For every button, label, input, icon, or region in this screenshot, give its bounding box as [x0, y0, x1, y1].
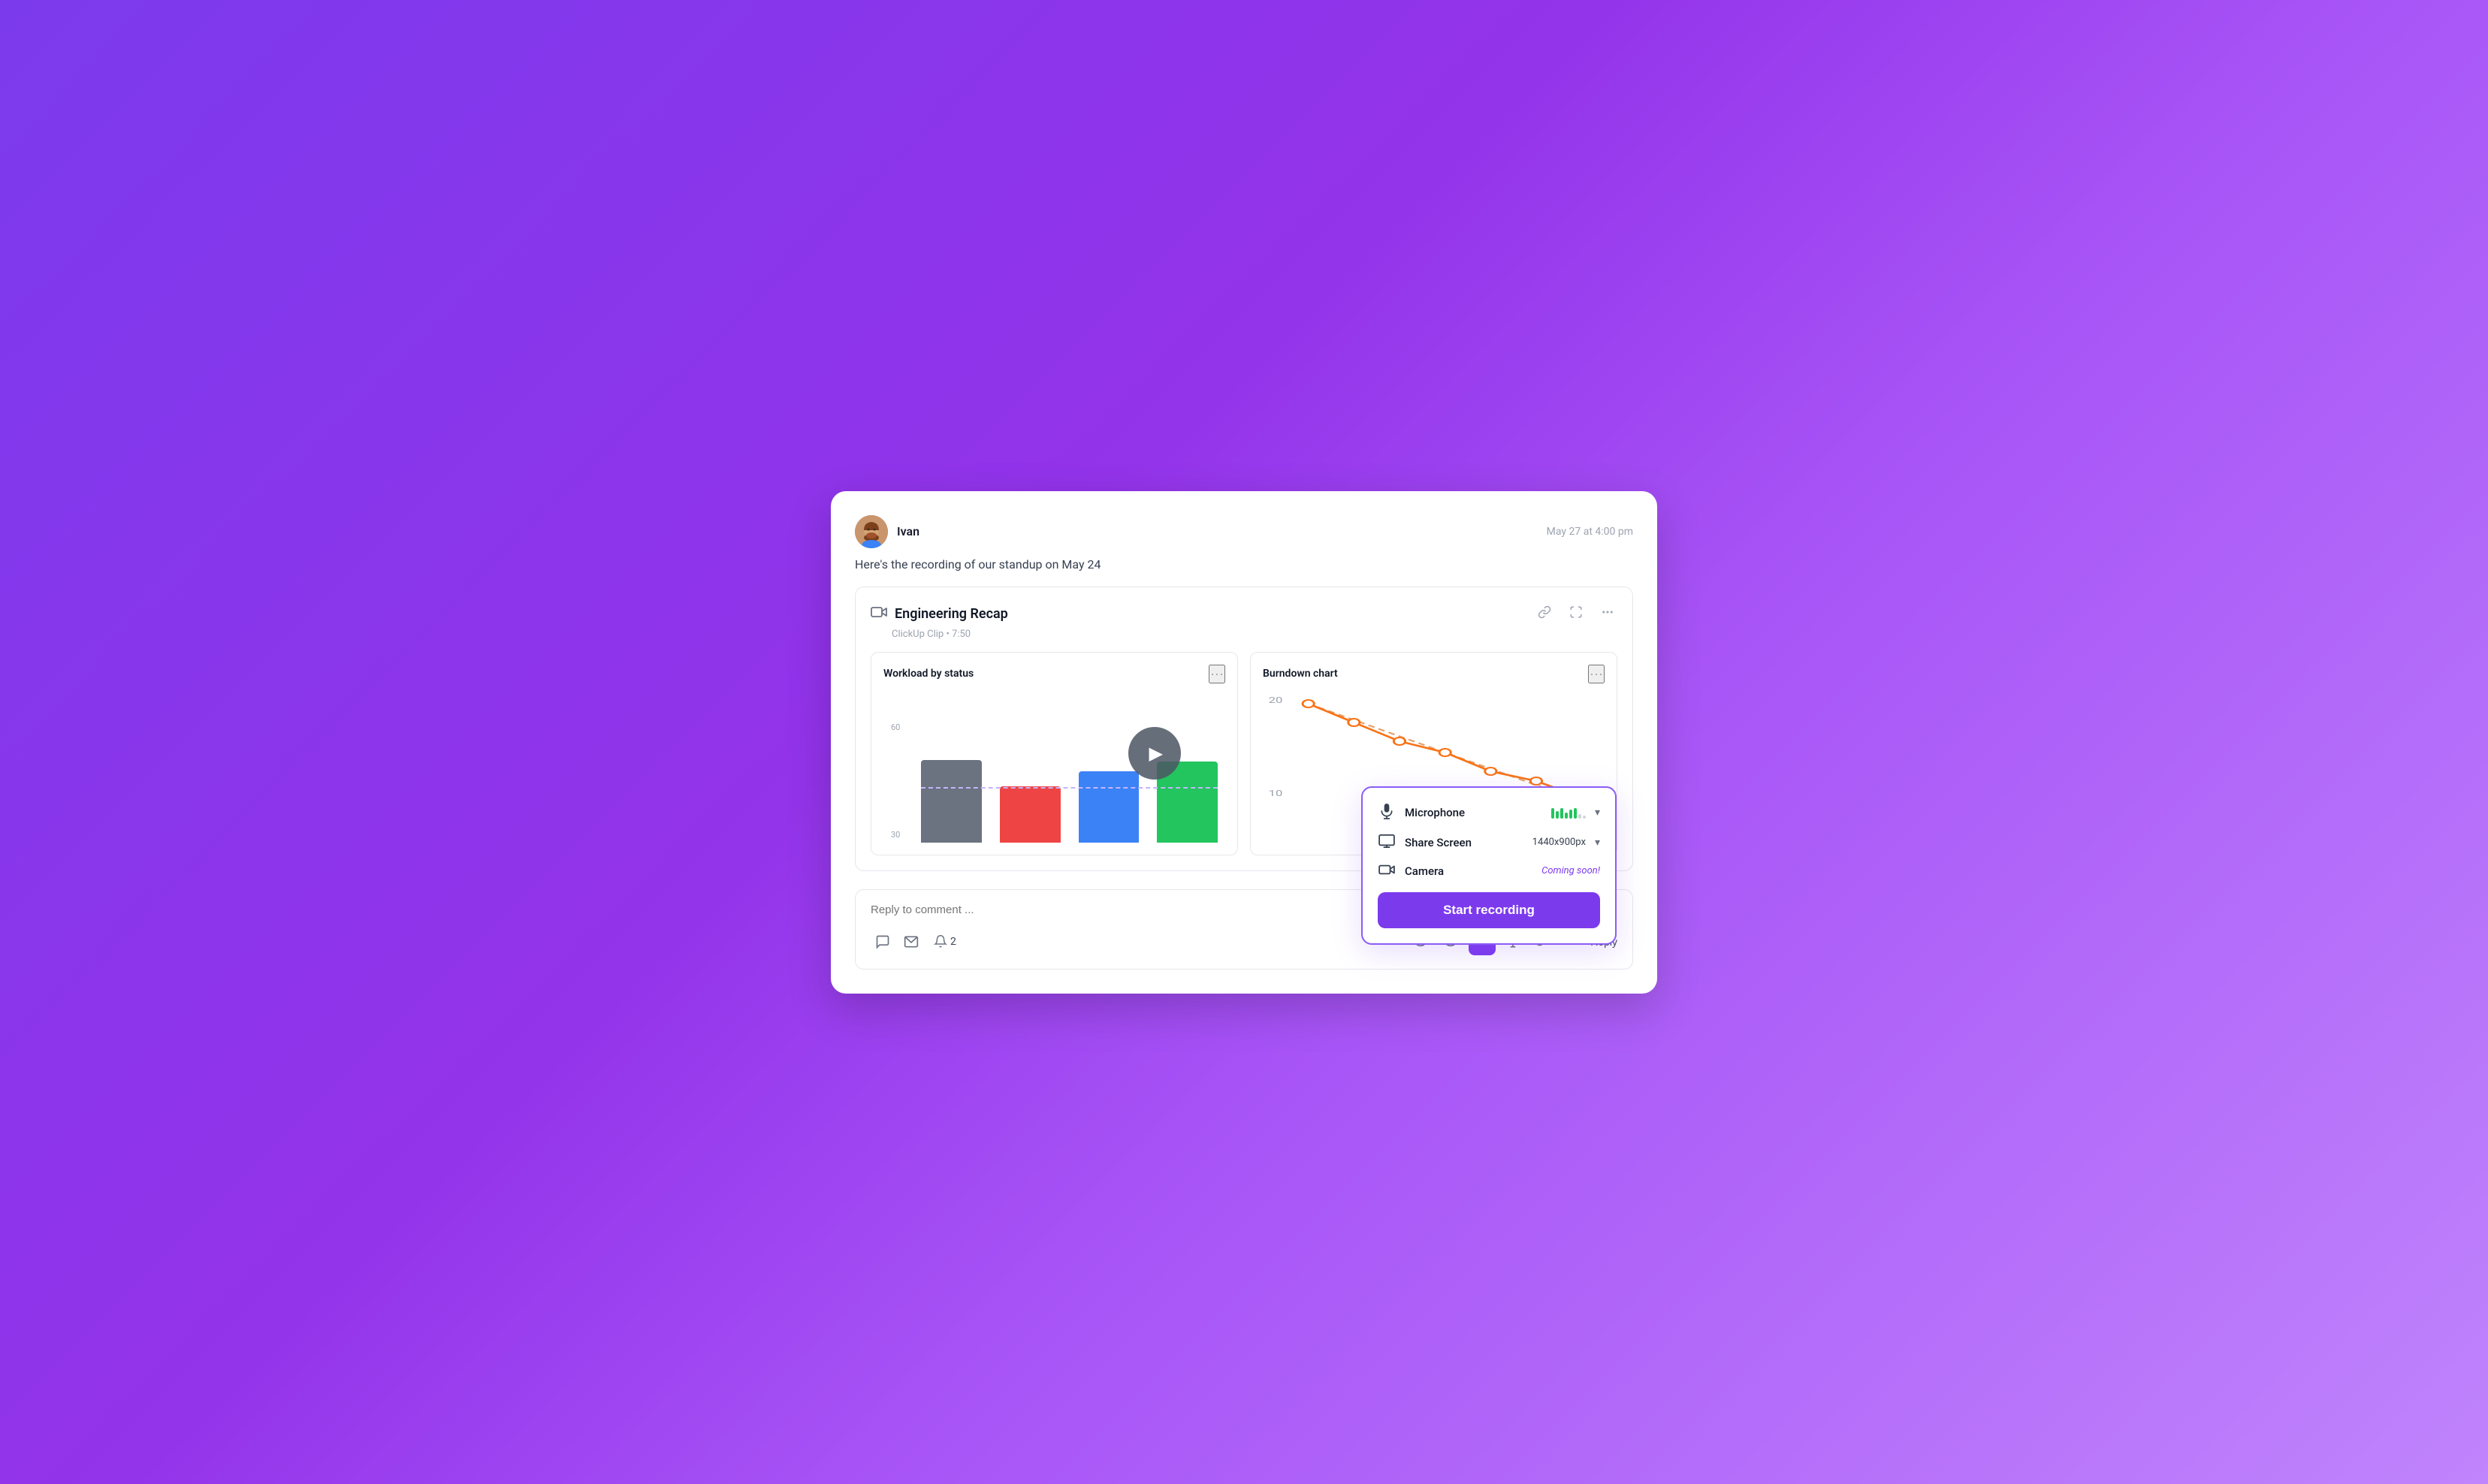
post-header: Ivan May 27 at 4:00 pm [855, 515, 1633, 548]
burndown-chart-title: Burndown chart [1263, 668, 1338, 680]
clip-title-row: Engineering Recap [871, 605, 1008, 623]
bar-red [1000, 786, 1061, 843]
chart-y-labels: 60 30 [891, 722, 900, 843]
microphone-row: Microphone ▾ [1378, 803, 1600, 823]
microphone-chevron-icon[interactable]: ▾ [1595, 807, 1600, 819]
y-label-30: 30 [891, 830, 900, 840]
charts-container: Workload by status ··· 60 30 [871, 652, 1617, 855]
mic-bar-5 [1569, 810, 1572, 819]
clip-actions [1535, 602, 1617, 626]
bar-gray [921, 760, 982, 843]
share-screen-value: 1440x900px [1532, 837, 1586, 848]
post-timestamp: May 27 at 4:00 pm [1547, 526, 1633, 538]
mic-bar-4 [1565, 813, 1568, 819]
camera-label: Camera [1405, 864, 1532, 878]
clip-link-button[interactable] [1535, 602, 1554, 626]
post-author: Ivan [855, 515, 919, 548]
main-card: Ivan May 27 at 4:00 pm Here's the record… [831, 491, 1657, 994]
mic-level-bars [1551, 807, 1586, 819]
dashed-reference-line [921, 787, 1218, 789]
mic-bar-3 [1560, 808, 1563, 819]
start-recording-button[interactable]: Start recording [1378, 892, 1600, 928]
svg-text:20: 20 [1269, 695, 1283, 704]
share-screen-label: Share Screen [1405, 836, 1523, 849]
burndown-chart-header: Burndown chart ··· [1263, 665, 1605, 683]
avatar [855, 515, 888, 548]
chat-button[interactable] [871, 931, 895, 952]
mic-bar-7 [1578, 814, 1581, 819]
clip-title: Engineering Recap [895, 606, 1008, 622]
workload-chart-title: Workload by status [883, 668, 974, 680]
bell-icon [934, 934, 947, 949]
burndown-chart-panel: Burndown chart ··· 20 10 [1250, 652, 1617, 855]
notification-count: 2 [950, 936, 956, 948]
mic-bar-2 [1556, 811, 1559, 819]
clip-video-icon [871, 605, 887, 623]
y-label-60: 60 [891, 722, 900, 732]
author-name: Ivan [897, 524, 919, 538]
camera-row: Camera Coming soon! [1378, 862, 1600, 880]
bar-blue [1079, 771, 1140, 843]
mail-button[interactable] [899, 931, 923, 952]
workload-chart-more-button[interactable]: ··· [1209, 665, 1225, 683]
clip-expand-button[interactable] [1566, 602, 1586, 626]
share-screen-chevron-icon[interactable]: ▾ [1595, 837, 1600, 849]
clip-meta: ClickUp Clip • 7:50 [871, 629, 1617, 640]
recording-popup: Microphone ▾ [1361, 786, 1617, 945]
workload-chart-header: Workload by status ··· [883, 665, 1225, 683]
camera-icon [1378, 862, 1396, 880]
mic-bar-1 [1551, 808, 1554, 819]
microphone-icon [1378, 803, 1396, 823]
play-icon: ▶ [1149, 743, 1162, 764]
camera-coming-soon: Coming soon! [1541, 865, 1600, 876]
clip-card: Engineering Recap [855, 587, 1633, 871]
clip-header: Engineering Recap [871, 602, 1617, 626]
svg-text:10: 10 [1269, 789, 1283, 798]
microphone-label: Microphone [1405, 806, 1542, 819]
burndown-chart-more-button[interactable]: ··· [1588, 665, 1605, 683]
share-screen-row: Share Screen 1440x900px ▾ [1378, 834, 1600, 852]
post-body: Here's the recording of our standup on M… [855, 557, 1633, 572]
mic-bar-8 [1583, 816, 1586, 819]
notification-badge: 2 [928, 931, 962, 952]
workload-chart-panel: Workload by status ··· 60 30 [871, 652, 1238, 855]
clip-more-button[interactable] [1598, 602, 1617, 626]
mic-bar-6 [1574, 808, 1577, 819]
reply-left-actions: 2 [871, 931, 962, 952]
screen-icon [1378, 834, 1396, 852]
play-button[interactable]: ▶ [1128, 727, 1181, 780]
